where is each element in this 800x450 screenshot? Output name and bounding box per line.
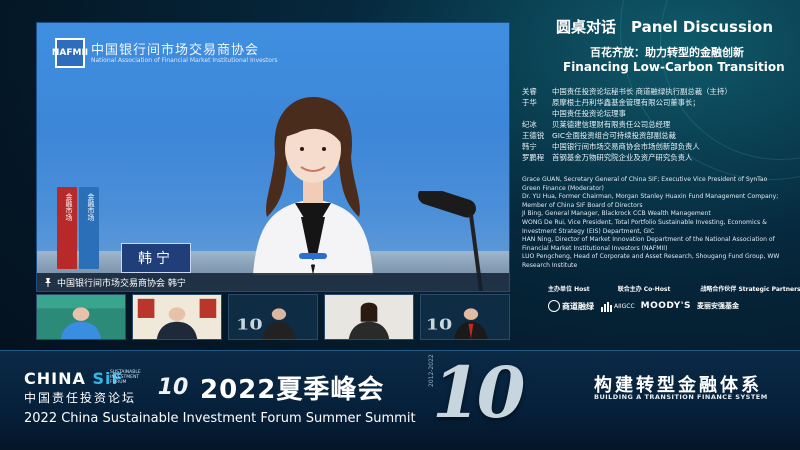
syntao-icon [548,300,560,312]
sponsor-labels: 主办单位 Host 联合主办 Co-Host 战略合作伙伴 Strategic … [548,284,800,293]
moodys-logo: MOODY'S [640,301,691,311]
panelist-row: 罗鹏程 首钢基金万物研究院企业及资产研究负责人 [522,153,693,162]
participant-thumbnails: 10 10 [36,294,510,340]
panelist-row: 王德锐 GIC全面投资组合可持续投资部副总裁 [522,131,676,140]
panelist-row: 于华 原摩根士丹利华鑫基金管理有限公司董事长； [522,98,700,107]
panelist-bio: WONG De Rui, Vice President, Total Portf… [522,218,767,235]
theme-title-en: BUILDING A TRANSITION FINANCE SYSTEM [594,393,768,401]
conference-screen: NAFMII 中国银行间市场交易商协会 National Association… [0,0,800,450]
summit-title-en: 2022 China Sustainable Investment Forum … [24,411,416,426]
summit-title-cn: 2022夏季峰会 [200,375,385,405]
aiigcc-logo: AIIGCC [600,300,635,312]
name-card: 韩宁 [121,243,191,273]
panelist-list-en: Grace GUAN, Secretary General of China S… [522,176,784,271]
panelist-row: 中国责任投资论坛理事 [552,109,626,118]
participant-thumb[interactable] [132,294,222,340]
book: 金融市场 [79,187,99,269]
panelist-list-cn: 关睿 中国责任投资论坛秘书长 商道融绿执行副总裁（主持） 于华 原摩根士丹利华鑫基金… [522,86,784,163]
china-sif-logo: CHINA SiF [24,369,124,388]
panelist-bio: Grace GUAN, Secretary General of China S… [522,176,768,192]
speaker-label: 中国银行间市场交易商协会 韩宁 [57,278,186,289]
svg-text:10: 10 [426,316,452,334]
nafmii-logo: NAFMII [52,38,88,68]
partner-logo: 麦丽安强基金 [697,302,739,310]
panel-subtitle-cn: 百花齐放：助力转型的金融创新 [590,46,744,59]
svg-text:10: 10 [236,316,262,334]
syntao-logo: 商道融绿 [548,300,594,312]
panelist-bio: Dr. YU Hua, Former Chairman, Morgan Stan… [522,193,779,209]
speaker-figure [253,97,373,275]
summit-banner: CHINA SiF SUSTAINABLE INVESTMENT FORUM 中… [0,350,800,450]
speaker-label-bar: 中国银行间市场交易商协会 韩宁 [37,273,509,291]
big-ten-emblem: 10 [432,351,525,434]
org-name-en: National Association of Financial Market… [91,57,278,64]
aiigcc-icon [601,302,612,312]
panelist-bio: JI Bing, General Manager, Blackrock CCB … [522,210,711,218]
partners-label: 战略合作伙伴 Strategic Partners [700,286,800,293]
main-video-feed[interactable]: NAFMII 中国银行间市场交易商协会 National Association… [36,22,510,292]
participant-thumb[interactable]: 10 [420,294,510,340]
panelist-row: 关睿 中国责任投资论坛秘书长 商道融绿执行副总裁（主持） [522,87,732,96]
sif-subtitle: SUSTAINABLE INVESTMENT FORUM [110,370,141,385]
panelist-row: 韩宁 中国银行间市场交易商协会市场创新部负责人 [522,142,700,151]
sponsor-logos: 商道融绿 AIIGCC MOODY'S 麦丽安强基金 [548,296,784,316]
panel-title: 圆桌对话 Panel Discussion [556,18,774,36]
panelist-bio: LUO Pengcheng, Head of Corporate and Ass… [522,253,780,269]
tenth-anniversary-badge: 10 [157,374,189,400]
host-label: 主办单位 Host [548,286,590,293]
participant-thumb[interactable]: 10 [228,294,318,340]
panel-subtitle-en: Financing Low-Carbon Transition [563,60,785,74]
china-sif-cn: 中国责任投资论坛 [24,391,137,405]
cohost-label: 联合主办 Co-Host [617,286,671,293]
org-name-cn: 中国银行间市场交易商协会 [91,43,260,58]
participant-thumb[interactable] [324,294,414,340]
panelist-row: 纪冰 贝莱德建信理财有限责任公司总经理 [522,120,671,129]
pin-icon[interactable] [43,277,53,287]
participant-thumb[interactable] [36,294,126,340]
book: 金融市场 [57,187,77,269]
panelist-bio: HAN Ning, Director of Market Innovation … [522,236,775,252]
